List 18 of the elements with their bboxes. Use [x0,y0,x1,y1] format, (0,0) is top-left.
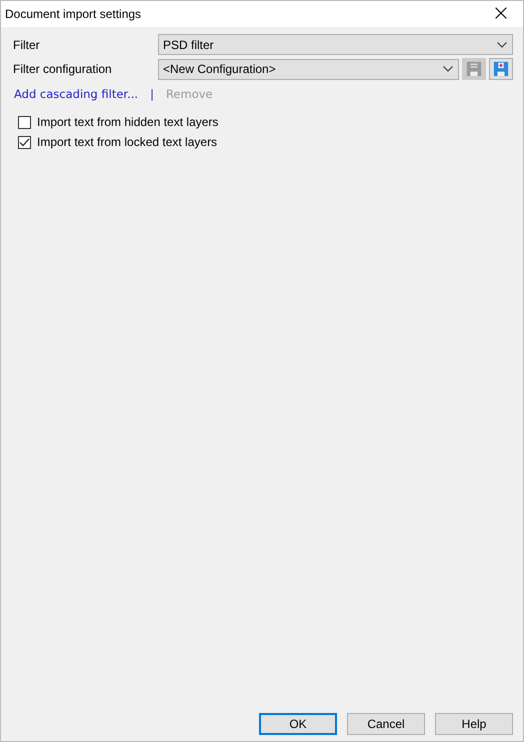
field-label: Filter configuration [12,62,113,76]
checkbox[interactable] [18,116,31,128]
checkbox[interactable] [18,136,31,148]
filter-dropdown[interactable]: PSD filter [158,34,513,55]
checkbox-label: Import text from locked text layers [37,135,218,149]
close-button[interactable]: × [479,1,523,27]
save-button[interactable] [489,58,513,80]
dialog-button[interactable]: Help [435,713,513,735]
dialog-button[interactable]: OK [259,713,337,735]
configuration-dropdown[interactable]: <New Configuration> [158,58,459,80]
link[interactable]: Add cascading filter... [14,87,138,101]
chevron-icon [497,42,507,48]
field-label: Filter [12,38,41,52]
chevron-icon [443,66,453,72]
window-title: Document import settings [5,7,142,21]
dialog-button[interactable]: Cancel [347,713,425,735]
separator: | [150,87,154,101]
checkbox-label: Import text from hidden text layers [37,115,218,129]
